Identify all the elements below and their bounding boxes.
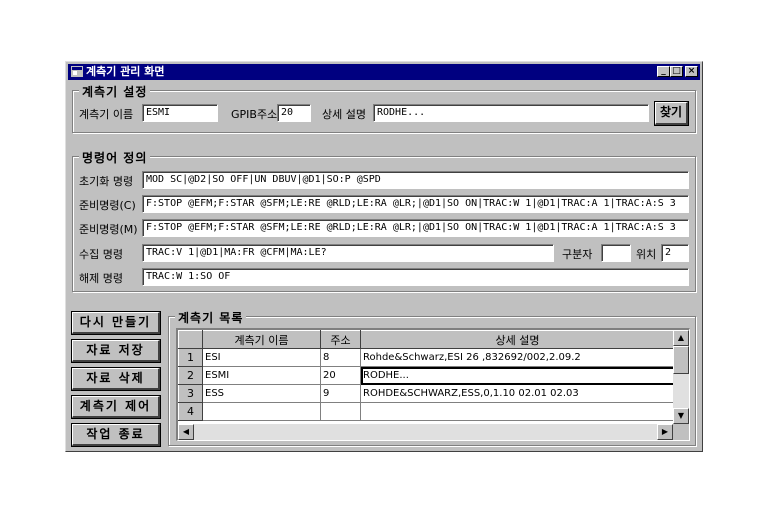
remake-button[interactable]: 다시 만들기: [71, 311, 161, 335]
desc-label: 상세 설명: [322, 108, 366, 121]
prep-m-label: 준비명령(M): [79, 223, 138, 236]
gpib-label: GPIB주소: [231, 108, 278, 121]
instrument-grid[interactable]: 계측기 이름 주소 상세 설명 1 ESI 8 Rohde&Schwarz,ES…: [176, 328, 690, 441]
release-command-input[interactable]: TRAC:W 1:SO OF: [142, 268, 689, 286]
position-input[interactable]: 2: [661, 244, 689, 262]
instrument-list-group: 계측기 목록 계측기 이름 주소 상세 설명 1 ESI 8 Rohde&Sch…: [168, 309, 696, 446]
scroll-corner: [673, 424, 689, 440]
gpib-input[interactable]: 20: [277, 104, 311, 122]
scroll-right-icon[interactable]: ▶: [657, 424, 673, 440]
cell-name[interactable]: [202, 402, 321, 421]
horizontal-scrollbar[interactable]: ◀ ▶: [178, 424, 673, 440]
vertical-scroll-thumb[interactable]: [673, 346, 689, 374]
close-button[interactable]: ×: [685, 66, 698, 77]
column-header-name[interactable]: 계측기 이름: [202, 330, 321, 349]
delimiter-input[interactable]: [601, 244, 631, 262]
settings-group: 계측기 설정 계측기 이름 ESMI GPIB주소 20 상세 설명 RODHE…: [72, 83, 696, 133]
scroll-left-icon[interactable]: ◀: [178, 424, 194, 440]
delimiter-label: 구분자: [562, 248, 593, 261]
row-number[interactable]: 3: [178, 384, 203, 403]
table-row[interactable]: 3 ESS 9 ROHDE&SCHWARZ,ESS,0,1.10 02.01 0…: [178, 384, 675, 403]
app-icon[interactable]: [71, 66, 83, 77]
cell-description[interactable]: Rohde&Schwarz,ESI 26 ,832692/002,2.09.2: [360, 348, 675, 367]
exit-button[interactable]: 작업 종료: [71, 423, 161, 447]
table-row[interactable]: 1 ESI 8 Rohde&Schwarz,ESI 26 ,832692/002…: [178, 348, 675, 367]
row-number[interactable]: 2: [178, 366, 203, 385]
delete-button[interactable]: 자료 삭제: [71, 367, 161, 391]
instrument-control-button[interactable]: 계측기 제어: [71, 395, 161, 419]
name-input[interactable]: ESMI: [142, 104, 218, 122]
cell-address[interactable]: 8: [320, 348, 361, 367]
row-number[interactable]: 4: [178, 402, 203, 421]
header-row: 계측기 이름 주소 상세 설명: [178, 330, 675, 349]
find-button[interactable]: 찾기: [654, 101, 689, 126]
minimize-button[interactable]: _: [657, 66, 670, 77]
save-button[interactable]: 자료 저장: [71, 339, 161, 363]
scroll-up-icon[interactable]: ▲: [673, 330, 689, 346]
cell-name[interactable]: ESMI: [202, 366, 321, 385]
cell-description-selected[interactable]: RODHE...: [360, 366, 675, 385]
title-bar[interactable]: 계측기 관리 화면 _ □ ×: [68, 64, 700, 80]
column-header-description[interactable]: 상세 설명: [360, 330, 675, 349]
vertical-scrollbar[interactable]: ▲ ▼: [673, 330, 689, 424]
cell-address[interactable]: 9: [320, 384, 361, 403]
cell-name[interactable]: ESS: [202, 384, 321, 403]
table-row[interactable]: 4: [178, 402, 675, 421]
prep-c-label: 준비명령(C): [79, 199, 136, 212]
commands-group-title: 명령어 정의: [79, 149, 151, 166]
cell-address[interactable]: 20: [320, 366, 361, 385]
collect-label: 수집 명령: [79, 248, 123, 261]
prep-c-command-input[interactable]: F:STOP @EFM;F:STAR @SFM;LE:RE @RLD;LE:RA…: [142, 195, 689, 213]
cell-name[interactable]: ESI: [202, 348, 321, 367]
instrument-table: 계측기 이름 주소 상세 설명 1 ESI 8 Rohde&Schwarz,ES…: [178, 330, 675, 421]
scroll-down-icon[interactable]: ▼: [673, 408, 689, 424]
name-label: 계측기 이름: [79, 108, 134, 121]
row-number[interactable]: 1: [178, 348, 203, 367]
prep-m-command-input[interactable]: F:STOP @EFM;F:STAR @SFM;LE:RE @RLD;LE:RA…: [142, 219, 689, 237]
cell-description[interactable]: ROHDE&SCHWARZ,ESS,0,1.10 02.01 02.03: [360, 384, 675, 403]
maximize-button[interactable]: □: [670, 66, 683, 77]
position-label: 위치: [636, 248, 657, 261]
commands-group: 명령어 정의 초기화 명령 MOD SC|@D2|SO OFF|UN DBUV|…: [72, 149, 696, 292]
column-header-address[interactable]: 주소: [320, 330, 361, 349]
window-title: 계측기 관리 화면: [86, 65, 165, 78]
table-row[interactable]: 2 ESMI 20 RODHE...: [178, 366, 675, 385]
settings-group-title: 계측기 설정: [79, 83, 151, 100]
corner-header: [178, 330, 203, 349]
init-label: 초기화 명령: [79, 175, 134, 188]
init-command-input[interactable]: MOD SC|@D2|SO OFF|UN DBUV|@D1|SO:P @SPD: [142, 171, 689, 189]
release-label: 해제 명령: [79, 272, 123, 285]
desc-input[interactable]: RODHE...: [373, 104, 649, 122]
cell-address[interactable]: [320, 402, 361, 421]
instrument-list-title: 계측기 목록: [175, 309, 247, 326]
instrument-management-window: 계측기 관리 화면 _ □ × 계측기 설정 계측기 이름 ESMI GPIB주…: [65, 61, 703, 452]
cell-description[interactable]: [360, 402, 675, 421]
collect-command-input[interactable]: TRAC:V 1|@D1|MA:FR @CFM|MA:LE?: [142, 244, 554, 262]
